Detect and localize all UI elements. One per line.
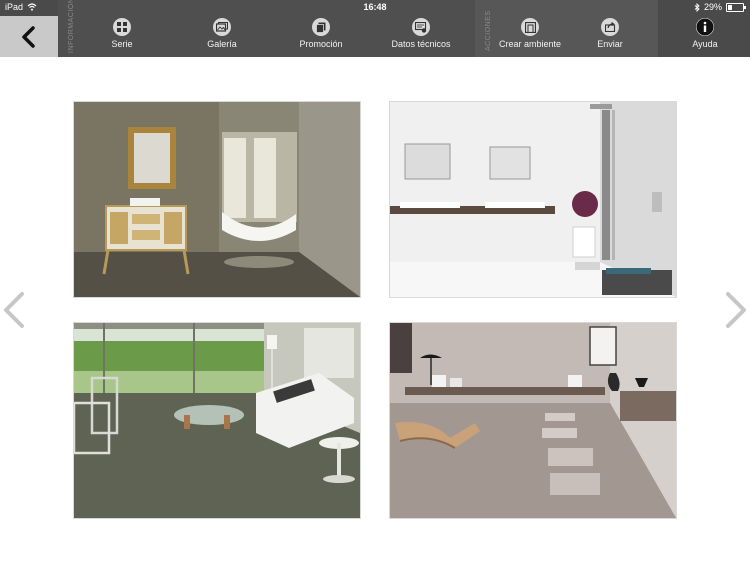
battery-level [728, 4, 732, 10]
status-bar: iPad 16:48 29% [0, 0, 750, 16]
gallery-thumbnail-3[interactable] [73, 322, 361, 519]
crear-icon-circle [521, 18, 539, 36]
gallery-thumbnail-2[interactable] [389, 101, 677, 298]
battery-percent: 29% [703, 2, 722, 12]
living-room-image [74, 323, 360, 518]
chevron-left-icon [22, 25, 35, 48]
galeria-label: Galería [207, 39, 237, 49]
promocion-button[interactable]: Promoción [281, 16, 361, 56]
crear-ambiente-button[interactable]: Crear ambiente [490, 16, 570, 56]
top-toolbar: INFORMACIÓN ACCIONES iPad 16:48 29% Seri… [0, 0, 750, 57]
create-room-icon [524, 21, 536, 33]
datos-tecnicos-label: Datos técnicos [391, 39, 451, 49]
share-icon [604, 22, 615, 32]
gallery-thumbnail-4[interactable] [389, 322, 677, 519]
serie-label: Serie [111, 39, 133, 49]
back-button[interactable] [0, 16, 58, 57]
info-icon [696, 18, 714, 36]
white-bathroom-image [390, 102, 676, 297]
enviar-icon-circle [601, 18, 619, 36]
promocion-icon-circle [312, 18, 330, 36]
grid-icon [117, 22, 127, 32]
classic-bathroom-image [74, 102, 360, 297]
gallery-icon [216, 22, 228, 32]
galeria-icon-circle [213, 18, 231, 36]
next-page-button[interactable] [722, 290, 750, 330]
crear-ambiente-label: Crear ambiente [498, 39, 562, 49]
datos-tecnicos-button[interactable]: Datos técnicos [381, 16, 461, 56]
galeria-button[interactable]: Galería [182, 16, 262, 56]
document-icon [316, 22, 326, 33]
promocion-label: Promoción [299, 39, 343, 49]
datos-icon-circle [412, 18, 430, 36]
enviar-button[interactable]: Enviar [570, 16, 650, 56]
ayuda-icon-circle [696, 18, 714, 36]
serie-icon-circle [113, 18, 131, 36]
previous-page-button[interactable] [0, 290, 28, 330]
gallery-thumbnail-1[interactable] [73, 101, 361, 298]
minimalist-lounge-image [390, 323, 676, 518]
serie-button[interactable]: Serie [82, 16, 162, 56]
ayuda-label: Ayuda [692, 39, 718, 49]
enviar-label: Enviar [597, 39, 623, 49]
ayuda-button[interactable]: Ayuda [665, 16, 745, 56]
bluetooth-icon [694, 2, 700, 12]
battery-icon [726, 2, 746, 12]
status-time: 16:48 [363, 2, 387, 12]
technical-data-icon [415, 21, 427, 33]
